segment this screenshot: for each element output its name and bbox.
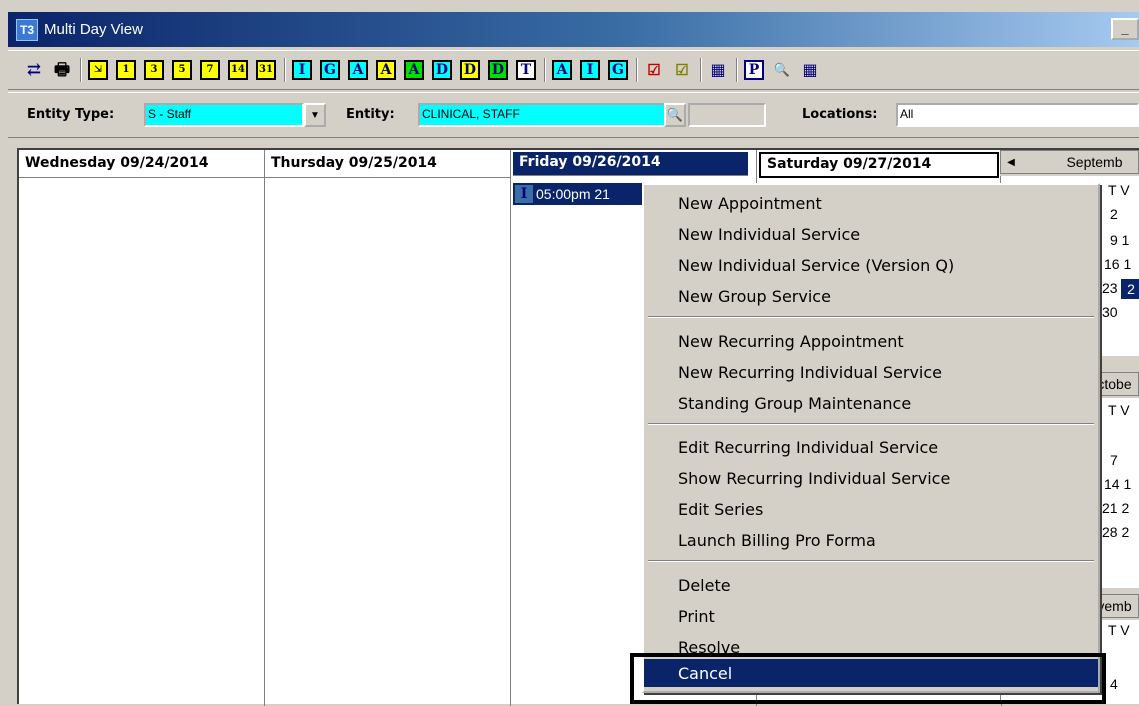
menu-item-new-individual-service-version-q[interactable]: New Individual Service (Version Q) (644, 251, 1098, 279)
view-3-day-button[interactable]: 3 (144, 60, 164, 80)
menu-item-launch-billing-pro-forma[interactable]: Launch Billing Pro Forma (644, 526, 1098, 554)
report-icon[interactable]: ▦ (800, 60, 820, 80)
view-7-day-button[interactable]: 7 (200, 60, 220, 80)
menu-item-print[interactable]: Print (644, 602, 1098, 630)
previous-month-arrow-icon[interactable]: ◀ (1001, 157, 1021, 168)
toolbar-separator (736, 58, 738, 82)
preview-icon[interactable]: 🔍 (772, 60, 792, 80)
today-button[interactable]: ⇲ (88, 60, 108, 80)
filter-bar: Entity Type: S - Staff ▼ Entity: CLINICA… (8, 92, 1139, 138)
date-cell[interactable]: 16 1 (1104, 256, 1131, 272)
menu-separator (648, 316, 1094, 318)
date-cell[interactable]: 30 (1102, 304, 1118, 320)
entity-secondary-field (688, 103, 766, 127)
entity-type-field[interactable]: S - Staff (144, 103, 304, 127)
day-header[interactable]: Thursday 09/25/2014 (265, 150, 510, 178)
entity-label: Entity: (346, 107, 395, 122)
mini-calendar-header: ◀ Septemb (1000, 150, 1139, 174)
menu-item-standing-group-maintenance[interactable]: Standing Group Maintenance (644, 389, 1098, 417)
date-cell[interactable]: 2 (1110, 206, 1118, 222)
toolbar-separator (636, 58, 638, 82)
menu-item-new-group-service[interactable]: New Group Service (644, 282, 1098, 310)
toolbar-separator (700, 58, 702, 82)
date-cell[interactable]: 7 (1110, 452, 1118, 468)
toolbar-p-button[interactable]: P (744, 60, 764, 80)
entity-type-label: Entity Type: (27, 107, 115, 122)
day-column[interactable]: Wednesday 09/24/2014 (19, 150, 265, 706)
weekday-header: T V (1108, 622, 1130, 638)
date-cell[interactable]: 21 2 (1102, 500, 1129, 516)
toolbar-a-yellow-button[interactable]: A (376, 60, 396, 80)
checkbox-olive-icon[interactable]: ☑ (672, 60, 692, 80)
toolbar-d-green-button[interactable]: D (488, 60, 508, 80)
menu-separator (648, 560, 1094, 562)
window-title: Multi Day View (44, 21, 143, 38)
search-icon[interactable]: 🔍 (664, 103, 686, 127)
toolbar-d-button[interactable]: D (432, 60, 452, 80)
toolbar-i2-button[interactable]: I (580, 60, 600, 80)
app-icon: T3 (16, 18, 38, 41)
chevron-down-icon[interactable]: ▼ (304, 103, 326, 127)
toolbar-t-button[interactable]: T (516, 60, 536, 80)
appointment-text: 05:00pm 21 (536, 186, 610, 202)
toolbar-separator (80, 58, 82, 82)
menu-item-edit-recurring-individual-service[interactable]: Edit Recurring Individual Service (644, 433, 1098, 461)
view-31-day-button[interactable]: 31 (256, 60, 276, 80)
toolbar-separator (544, 58, 546, 82)
toolbar-separator (284, 58, 286, 82)
menu-item-new-recurring-appointment[interactable]: New Recurring Appointment (644, 327, 1098, 355)
weekday-header: T V (1108, 182, 1130, 198)
day-header[interactable]: Saturday 09/27/2014 (759, 152, 999, 178)
calendar-grid-icon[interactable]: ▦ (708, 60, 728, 80)
menu-item-delete[interactable]: Delete (644, 571, 1098, 599)
toolbar-d-yellow-button[interactable]: D (460, 60, 480, 80)
date-cell[interactable]: 14 1 (1104, 476, 1131, 492)
toolbar-a-button[interactable]: A (348, 60, 368, 80)
window-title-bar[interactable]: T3 Multi Day View _ (8, 12, 1139, 47)
view-1-day-button[interactable]: 1 (116, 60, 136, 80)
menu-item-new-appointment[interactable]: New Appointment (644, 189, 1098, 217)
menu-item-new-individual-service[interactable]: New Individual Service (644, 220, 1098, 248)
context-menu: New Appointment New Individual Service N… (642, 183, 1100, 693)
menu-item-edit-series[interactable]: Edit Series (644, 495, 1098, 523)
date-cell[interactable]: 4 (1110, 676, 1118, 692)
weekday-header: T V (1108, 402, 1130, 418)
entity-field[interactable]: CLINICAL, STAFF (418, 103, 670, 127)
toolbar-a2-button[interactable]: A (552, 60, 572, 80)
toolbar-g2-button[interactable]: G (608, 60, 628, 80)
locations-field[interactable]: All (896, 103, 1139, 127)
day-column[interactable]: Thursday 09/25/2014 (265, 150, 511, 706)
month-title: Septemb (1066, 154, 1123, 170)
toolbar-i-button[interactable]: I (292, 60, 312, 80)
view-5-day-button[interactable]: 5 (172, 60, 192, 80)
menu-item-show-recurring-individual-service[interactable]: Show Recurring Individual Service (644, 464, 1098, 492)
checkbox-red-icon[interactable]: ☑ (644, 60, 664, 80)
toolbar: ⇄ 🖶 ⇲ 1 3 5 7 14 31 I G A A A D D D T A … (8, 50, 1139, 90)
highlight-outline (630, 653, 1106, 704)
date-cell[interactable]: 28 2 (1102, 524, 1129, 540)
locations-label: Locations: (802, 107, 878, 122)
date-cell-selected[interactable]: 2 (1121, 279, 1139, 299)
toolbar-a-green-button[interactable]: A (404, 60, 424, 80)
day-header-selected[interactable]: Friday 09/26/2014 (513, 152, 748, 176)
minimize-button[interactable]: _ (1111, 18, 1139, 40)
refresh-icon[interactable]: ⇄ (24, 60, 44, 80)
individual-service-icon: I (515, 185, 533, 203)
date-cell[interactable]: 9 1 (1110, 232, 1129, 248)
menu-item-new-recurring-individual-service[interactable]: New Recurring Individual Service (644, 358, 1098, 386)
menu-separator (648, 423, 1094, 425)
view-14-day-button[interactable]: 14 (228, 60, 248, 80)
print-icon[interactable]: 🖶 (52, 60, 72, 80)
toolbar-g-button[interactable]: G (320, 60, 340, 80)
appointment-block[interactable]: I 05:00pm 21 (513, 183, 663, 205)
date-cell[interactable]: 23 (1102, 280, 1118, 296)
day-header[interactable]: Wednesday 09/24/2014 (19, 150, 264, 178)
